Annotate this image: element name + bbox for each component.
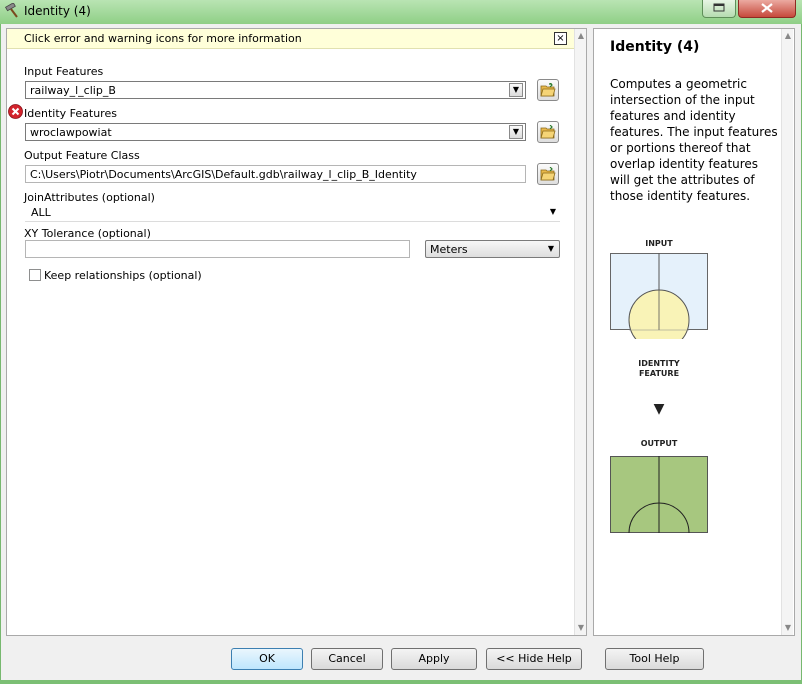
close-icon: [761, 3, 773, 13]
diagram-arrow-icon: ▼: [653, 401, 665, 417]
parameters-pane: Click error and warning icons for more i…: [6, 28, 587, 636]
input-features-browse-button[interactable]: [537, 79, 559, 101]
output-feature-class-value: C:\Users\Piotr\Documents\ArcGIS\Default.…: [30, 168, 417, 181]
output-feature-class-browse-button[interactable]: [537, 163, 559, 185]
ok-button[interactable]: OK: [231, 648, 303, 670]
diagram-output-label: OUTPUT: [640, 439, 678, 448]
apply-button[interactable]: Apply: [391, 648, 477, 670]
chevron-down-icon: ▼: [547, 244, 554, 253]
open-folder-icon: [540, 125, 556, 139]
output-feature-class-label: Output Feature Class: [24, 149, 140, 162]
info-bar-text: Click error and warning icons for more i…: [24, 32, 302, 45]
keep-relationships-label: Keep relationships (optional): [44, 269, 202, 282]
identity-features-label: Identity Features: [24, 107, 117, 120]
help-description: Computes a geometric intersection of the…: [610, 77, 778, 203]
hammer-icon: [4, 3, 18, 18]
close-button[interactable]: [738, 0, 796, 18]
diagram-identity-label-line1: IDENTITY: [638, 359, 680, 368]
help-pane: Identity (4) Computes a geometric inters…: [593, 28, 795, 636]
title-bar: Identity (4): [0, 0, 802, 24]
output-feature-class-input[interactable]: C:\Users\Piotr\Documents\ArcGIS\Default.…: [25, 165, 526, 183]
identity-features-combo[interactable]: wroclawpowiat ▼: [25, 123, 526, 141]
diagram-identity-label-line2: FEATURE: [638, 369, 680, 378]
xy-tolerance-units-value: Meters: [430, 243, 468, 256]
cancel-button[interactable]: Cancel: [311, 648, 383, 670]
error-icon[interactable]: [8, 104, 23, 119]
scroll-down-icon[interactable]: ▼: [782, 623, 794, 632]
help-scrollbar[interactable]: ▲ ▼: [781, 29, 793, 635]
identity-features-dropdown-arrow[interactable]: ▼: [509, 125, 523, 139]
join-attributes-select[interactable]: ALL ▼: [25, 204, 560, 222]
open-folder-icon: [540, 167, 556, 181]
tool-help-button[interactable]: Tool Help: [605, 648, 704, 670]
info-bar: Click error and warning icons for more i…: [7, 29, 574, 49]
xy-tolerance-label: XY Tolerance (optional): [24, 227, 151, 240]
input-features-label: Input Features: [24, 65, 104, 78]
restore-button[interactable]: [702, 0, 736, 18]
scroll-down-icon[interactable]: ▼: [575, 623, 587, 632]
help-title: Identity (4): [610, 39, 700, 55]
open-folder-icon: [540, 83, 556, 97]
diagram-input-label: INPUT: [645, 239, 673, 248]
join-attributes-label: JoinAttributes (optional): [24, 191, 155, 204]
window-title: Identity (4): [24, 4, 91, 18]
window-bottom-border: [0, 680, 802, 684]
parameters-scrollbar[interactable]: ▲ ▼: [574, 29, 586, 635]
keep-relationships-checkbox[interactable]: [29, 269, 41, 281]
input-features-value: railway_l_clip_B: [30, 84, 116, 97]
join-attributes-value: ALL: [31, 206, 51, 219]
output-diagram: [610, 456, 708, 534]
scroll-up-icon[interactable]: ▲: [782, 31, 794, 40]
identity-features-browse-button[interactable]: [537, 121, 559, 143]
xy-tolerance-input[interactable]: [25, 240, 410, 258]
info-bar-close-button[interactable]: ×: [554, 32, 567, 45]
input-features-dropdown-arrow[interactable]: ▼: [509, 83, 523, 97]
input-features-combo[interactable]: railway_l_clip_B ▼: [25, 81, 526, 99]
scroll-up-icon[interactable]: ▲: [575, 31, 587, 40]
hide-help-button[interactable]: << Hide Help: [486, 648, 582, 670]
xy-tolerance-units-select[interactable]: Meters ▼: [425, 240, 560, 258]
chevron-down-icon: ▼: [549, 207, 556, 216]
restore-icon: [713, 3, 725, 12]
input-identity-diagram: [610, 253, 708, 339]
identity-features-value: wroclawpowiat: [30, 126, 112, 139]
